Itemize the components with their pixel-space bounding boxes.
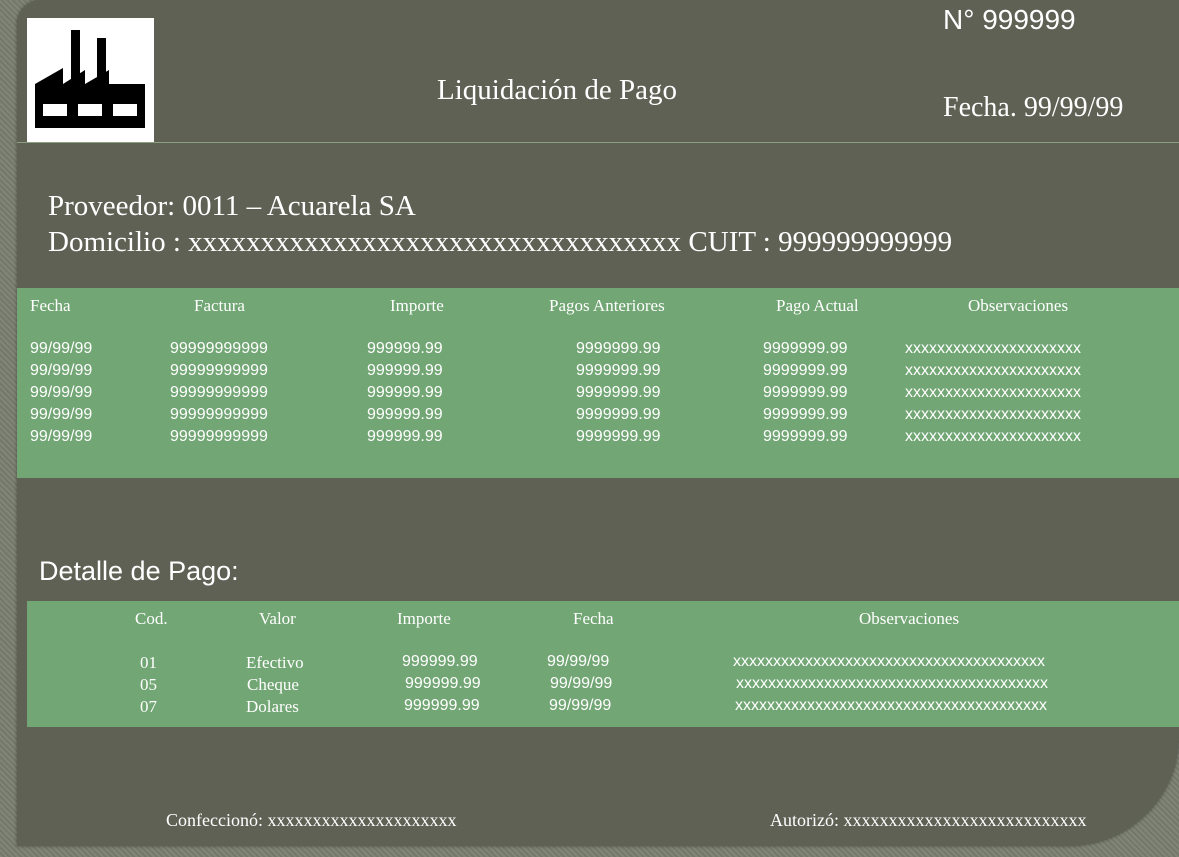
prepared-by: Confeccionó: xxxxxxxxxxxxxxxxxxxxx	[166, 810, 457, 830]
col-header-observaciones-pago: Observaciones	[859, 609, 960, 628]
invoice-cell-observaciones: xxxxxxxxxxxxxxxxxxxxxx	[905, 362, 1081, 379]
invoice-cell-importe: 999999.99	[367, 428, 443, 445]
col-header-valor: Valor	[259, 609, 296, 628]
invoice-cell-importe: 999999.99	[367, 384, 443, 401]
document-title: Liquidación de Pago	[437, 74, 678, 106]
invoice-cell-pagos-anteriores: 9999999.99	[576, 340, 661, 357]
invoice-cell-pagos-anteriores: 9999999.99	[576, 384, 661, 401]
payment-cell-importe: 999999.99	[402, 653, 478, 670]
payment-cell-valor: Cheque	[247, 675, 299, 694]
col-header-observaciones: Observaciones	[968, 296, 1069, 315]
invoice-cell-fecha: 99/99/99	[30, 406, 93, 423]
payment-cell-importe: 999999.99	[405, 675, 481, 692]
col-header-cod: Cod.	[135, 609, 168, 628]
header-divider	[17, 142, 1179, 143]
invoice-cell-pago-actual: 9999999.99	[763, 428, 848, 445]
col-header-importe-pago: Importe	[397, 609, 451, 628]
document-number: N° 999999	[943, 4, 1076, 35]
invoice-cell-pago-actual: 9999999.99	[763, 340, 848, 357]
invoice-cell-pago-actual: 9999999.99	[763, 384, 848, 401]
invoice-cell-pagos-anteriores: 9999999.99	[576, 406, 661, 423]
invoice-cell-pago-actual: 9999999.99	[763, 406, 848, 423]
invoice-cell-importe: 999999.99	[367, 362, 443, 379]
invoice-cell-observaciones: xxxxxxxxxxxxxxxxxxxxxx	[905, 428, 1081, 445]
invoice-cell-fecha: 99/99/99	[30, 340, 93, 357]
logo	[27, 18, 154, 142]
supplier-line: Proveedor: 0011 – Acuarela SA	[48, 190, 416, 222]
document-date: Fecha. 99/99/99	[943, 92, 1124, 123]
invoice-cell-factura: 99999999999	[170, 384, 268, 401]
col-header-factura: Factura	[194, 296, 245, 315]
authorized-by: Autorizó: xxxxxxxxxxxxxxxxxxxxxxxxxxx	[770, 810, 1087, 830]
col-header-fecha: Fecha	[30, 296, 71, 315]
invoice-cell-fecha: 99/99/99	[30, 384, 93, 401]
invoice-cell-observaciones: xxxxxxxxxxxxxxxxxxxxxx	[905, 406, 1081, 423]
invoice-cell-pagos-anteriores: 9999999.99	[576, 428, 661, 445]
invoice-cell-observaciones: xxxxxxxxxxxxxxxxxxxxxx	[905, 384, 1081, 401]
invoice-cell-importe: 999999.99	[367, 340, 443, 357]
invoice-cell-pagos-anteriores: 9999999.99	[576, 362, 661, 379]
payment-cell-fecha: 99/99/99	[549, 697, 612, 714]
payment-cell-fecha: 99/99/99	[550, 675, 613, 692]
invoice-cell-observaciones: xxxxxxxxxxxxxxxxxxxxxx	[905, 340, 1081, 357]
payment-cell-observaciones: xxxxxxxxxxxxxxxxxxxxxxxxxxxxxxxxxxxxxxx	[733, 653, 1045, 670]
invoice-cell-factura: 99999999999	[170, 340, 268, 357]
payment-cell-observaciones: xxxxxxxxxxxxxxxxxxxxxxxxxxxxxxxxxxxxxxx	[735, 697, 1047, 714]
col-header-pago-actual: Pago Actual	[776, 296, 859, 315]
address-line: Domicilio : xxxxxxxxxxxxxxxxxxxxxxxxxxxx…	[48, 226, 953, 258]
invoice-cell-fecha: 99/99/99	[30, 362, 93, 379]
payment-cell-fecha: 99/99/99	[547, 653, 610, 670]
payment-cell-cod: 05	[140, 675, 157, 694]
invoice-cell-importe: 999999.99	[367, 406, 443, 423]
factory-icon	[35, 30, 145, 128]
col-header-fecha-pago: Fecha	[573, 609, 614, 628]
invoice-cell-factura: 99999999999	[170, 428, 268, 445]
payment-cell-observaciones: xxxxxxxxxxxxxxxxxxxxxxxxxxxxxxxxxxxxxxx	[736, 675, 1048, 692]
invoice-cell-factura: 99999999999	[170, 362, 268, 379]
invoice-cell-factura: 99999999999	[170, 406, 268, 423]
col-header-importe: Importe	[390, 296, 444, 315]
col-header-pagos-anteriores: Pagos Anteriores	[549, 296, 665, 315]
payment-cell-cod: 07	[140, 697, 157, 716]
payment-cell-valor: Efectivo	[246, 653, 304, 672]
payment-cell-valor: Dolares	[246, 697, 299, 716]
invoice-cell-pago-actual: 9999999.99	[763, 362, 848, 379]
invoice-cell-fecha: 99/99/99	[30, 428, 93, 445]
payment-cell-importe: 999999.99	[404, 697, 480, 714]
invoices-table	[17, 288, 1179, 478]
payment-cell-cod: 01	[140, 653, 157, 672]
payment-detail-title: Detalle de Pago:	[39, 556, 239, 586]
